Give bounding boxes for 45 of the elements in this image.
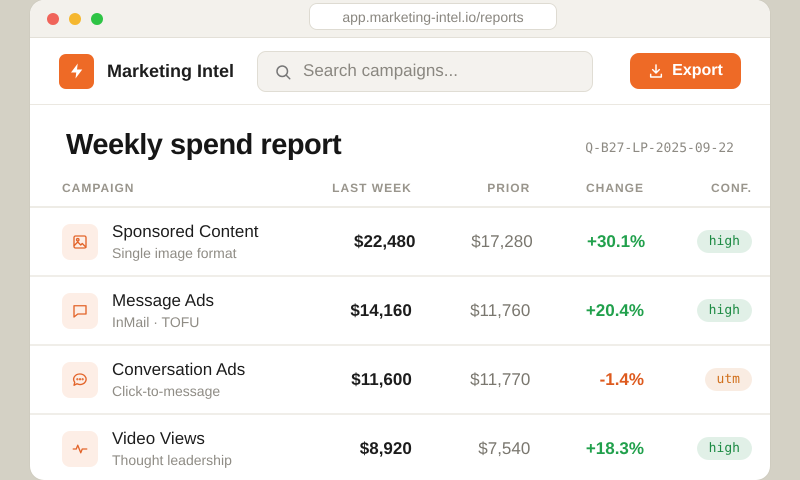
campaign-subtitle: Thought leadership bbox=[112, 452, 232, 468]
minimize-dot[interactable] bbox=[69, 12, 81, 24]
campaign-name: Message Ads bbox=[112, 291, 214, 311]
address-bar[interactable]: app.marketing-intel.io/reports bbox=[309, 3, 557, 30]
close-dot[interactable] bbox=[47, 12, 59, 24]
column-header: LAST WEEK bbox=[331, 180, 412, 194]
table-cell-text: $17,280 bbox=[470, 232, 533, 252]
maximize-dot[interactable] bbox=[91, 12, 103, 24]
table-cell-text: $11,770 bbox=[469, 370, 530, 390]
pulse-icon bbox=[62, 430, 98, 466]
column-header: CAMPAIGN bbox=[62, 180, 136, 194]
search-field[interactable]: Search campaigns... bbox=[257, 50, 593, 92]
table-cell-text: $14,160 bbox=[349, 300, 412, 320]
chat-bubble-icon bbox=[62, 362, 98, 398]
download-icon bbox=[648, 63, 664, 79]
report-title: Weekly spend report bbox=[66, 128, 342, 162]
message-icon bbox=[62, 292, 98, 328]
table-cell-text: $22,480 bbox=[352, 232, 416, 252]
bolt-logo-icon bbox=[59, 54, 94, 88]
column-header: PRIOR bbox=[486, 180, 530, 194]
confidence-badge: high bbox=[696, 230, 752, 253]
campaign-subtitle: Click-to-message bbox=[112, 383, 222, 399]
change-value: +18.3% bbox=[584, 438, 644, 458]
change-value: +30.1% bbox=[586, 232, 646, 252]
table-cell-text: $11,760 bbox=[469, 300, 530, 320]
confidence-badge: utm bbox=[704, 368, 752, 391]
confidence-badge: high bbox=[696, 299, 752, 322]
table-cell-text: $8,920 bbox=[358, 438, 412, 458]
campaign-name: Conversation Ads bbox=[112, 360, 246, 380]
campaign-name: Sponsored Content bbox=[112, 222, 258, 242]
export-button[interactable]: Export bbox=[630, 53, 741, 89]
confidence-badge: high bbox=[696, 437, 752, 460]
change-value: -1.4% bbox=[598, 370, 644, 390]
image-icon bbox=[62, 224, 98, 260]
campaign-subtitle: InMail · TOFU bbox=[112, 314, 200, 330]
brand-name: Marketing Intel bbox=[107, 60, 236, 82]
column-header: CONF. bbox=[710, 180, 752, 194]
report-id: Q-B27-LP-2025-09-22 bbox=[585, 140, 734, 156]
table-cell-text: $11,600 bbox=[350, 370, 412, 390]
campaign-name: Video Views bbox=[112, 429, 206, 449]
search-icon bbox=[274, 62, 292, 80]
table-cell-text: $7,540 bbox=[477, 438, 530, 458]
column-header: CHANGE bbox=[584, 180, 644, 194]
campaign-subtitle: Single image format bbox=[112, 245, 238, 261]
change-value: +20.4% bbox=[584, 300, 644, 320]
